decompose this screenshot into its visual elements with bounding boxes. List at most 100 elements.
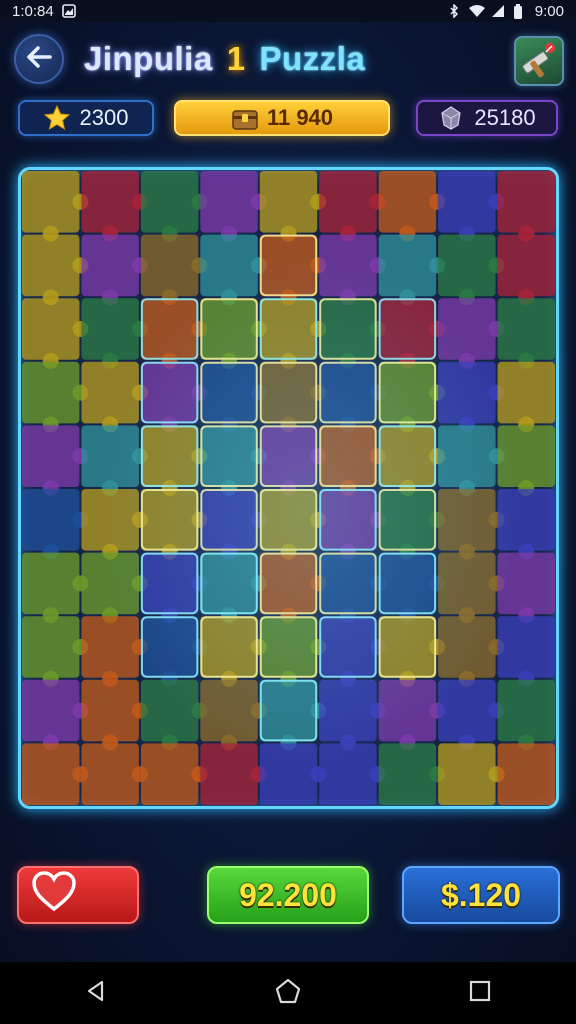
puzzle-piece[interactable] <box>497 361 555 433</box>
puzzle-piece[interactable] <box>81 171 148 242</box>
puzzle-piece[interactable] <box>22 361 89 433</box>
puzzle-piece[interactable] <box>259 171 327 242</box>
puzzle-piece[interactable] <box>319 489 386 560</box>
puzzle-piece[interactable] <box>319 425 386 496</box>
puzzle-piece[interactable] <box>497 743 555 805</box>
puzzle-piece[interactable] <box>22 171 89 242</box>
puzzle-piece[interactable] <box>259 743 327 805</box>
puzzle-piece[interactable] <box>200 743 267 805</box>
puzzle-piece[interactable] <box>81 552 148 624</box>
puzzle-piece[interactable] <box>81 679 148 751</box>
puzzle-piece[interactable] <box>497 234 555 306</box>
puzzle-piece[interactable] <box>259 552 327 624</box>
puzzle-piece[interactable] <box>259 298 327 369</box>
puzzle-piece[interactable] <box>22 489 89 560</box>
puzzle-piece[interactable] <box>81 425 148 496</box>
puzzle-piece[interactable] <box>438 489 505 560</box>
puzzle-piece[interactable] <box>259 616 327 687</box>
puzzle-piece[interactable] <box>140 616 208 687</box>
lives-button[interactable] <box>17 866 139 924</box>
score-button[interactable]: 92.200 <box>207 866 369 924</box>
puzzle-piece[interactable] <box>319 679 386 751</box>
puzzle-piece[interactable] <box>140 234 208 306</box>
puzzle-piece[interactable] <box>22 743 89 805</box>
puzzle-piece[interactable] <box>22 425 89 496</box>
puzzle-piece[interactable] <box>81 361 148 433</box>
puzzle-piece[interactable] <box>81 743 148 805</box>
puzzle-piece[interactable] <box>319 234 386 306</box>
puzzle-piece[interactable] <box>259 679 327 751</box>
puzzle-piece[interactable] <box>140 171 208 242</box>
puzzle-piece[interactable] <box>497 679 555 751</box>
puzzle-piece[interactable] <box>319 298 386 369</box>
puzzle-piece[interactable] <box>319 171 386 242</box>
puzzle-piece[interactable] <box>200 425 267 496</box>
puzzle-piece[interactable] <box>378 298 446 369</box>
puzzle-piece[interactable] <box>259 425 327 496</box>
puzzle-piece[interactable] <box>200 552 267 624</box>
puzzle-piece[interactable] <box>378 679 446 751</box>
puzzle-piece[interactable] <box>140 489 208 560</box>
back-button[interactable] <box>14 34 64 84</box>
puzzle-piece[interactable] <box>200 616 267 687</box>
puzzle-piece[interactable] <box>319 552 386 624</box>
puzzle-piece[interactable] <box>378 489 446 560</box>
puzzle-piece[interactable] <box>22 234 89 306</box>
puzzle-piece[interactable] <box>259 234 327 306</box>
puzzle-piece[interactable] <box>438 425 505 496</box>
puzzle-piece[interactable] <box>200 679 267 751</box>
puzzle-piece[interactable] <box>378 552 446 624</box>
puzzle-piece[interactable] <box>22 679 89 751</box>
puzzle-piece[interactable] <box>140 361 208 433</box>
puzzle-piece[interactable] <box>22 552 89 624</box>
puzzle-piece[interactable] <box>438 171 505 242</box>
puzzle-piece[interactable] <box>200 298 267 369</box>
puzzle-piece[interactable] <box>81 234 148 306</box>
puzzle-piece[interactable] <box>200 234 267 306</box>
puzzle-piece[interactable] <box>378 171 446 242</box>
puzzle-piece[interactable] <box>497 489 555 560</box>
puzzle-piece[interactable] <box>319 743 386 805</box>
tool-button[interactable] <box>514 36 564 86</box>
puzzle-piece[interactable] <box>140 552 208 624</box>
puzzle-piece[interactable] <box>200 361 267 433</box>
puzzle-piece[interactable] <box>319 616 386 687</box>
puzzle-piece[interactable] <box>438 679 505 751</box>
puzzle-piece[interactable] <box>378 743 446 805</box>
puzzle-piece[interactable] <box>438 298 505 369</box>
puzzle-piece[interactable] <box>438 552 505 624</box>
puzzle-piece[interactable] <box>81 616 148 687</box>
puzzle-piece[interactable] <box>438 234 505 306</box>
puzzle-piece[interactable] <box>378 361 446 433</box>
puzzle-piece[interactable] <box>497 298 555 369</box>
puzzle-piece[interactable] <box>81 298 148 369</box>
puzzle-piece[interactable] <box>497 171 555 242</box>
nav-home-button[interactable] <box>268 973 308 1013</box>
puzzle-board[interactable] <box>18 167 559 809</box>
puzzle-piece[interactable] <box>200 489 267 560</box>
puzzle-piece[interactable] <box>378 425 446 496</box>
puzzle-piece[interactable] <box>140 743 208 805</box>
puzzle-piece[interactable] <box>378 616 446 687</box>
puzzle-piece[interactable] <box>140 425 208 496</box>
nav-recents-button[interactable] <box>460 973 500 1013</box>
puzzle-piece[interactable] <box>378 234 446 306</box>
puzzle-piece[interactable] <box>259 489 327 560</box>
puzzle-piece[interactable] <box>497 425 555 496</box>
puzzle-piece[interactable] <box>22 298 89 369</box>
cash-button[interactable]: $.120 <box>402 866 560 924</box>
puzzle-piece[interactable] <box>438 616 505 687</box>
puzzle-piece[interactable] <box>259 361 327 433</box>
puzzle-piece[interactable] <box>438 743 505 805</box>
puzzle-piece[interactable] <box>140 298 208 369</box>
puzzle-piece[interactable] <box>497 552 555 624</box>
puzzle-piece[interactable] <box>200 171 267 242</box>
nav-back-button[interactable] <box>76 973 116 1013</box>
puzzle-piece[interactable] <box>497 616 555 687</box>
puzzle-piece[interactable] <box>140 679 208 751</box>
puzzle-piece[interactable] <box>319 361 386 433</box>
puzzle-piece[interactable] <box>438 361 505 433</box>
puzzle-pieces-layer[interactable] <box>21 170 556 806</box>
puzzle-piece[interactable] <box>81 489 148 560</box>
puzzle-piece[interactable] <box>22 616 89 687</box>
